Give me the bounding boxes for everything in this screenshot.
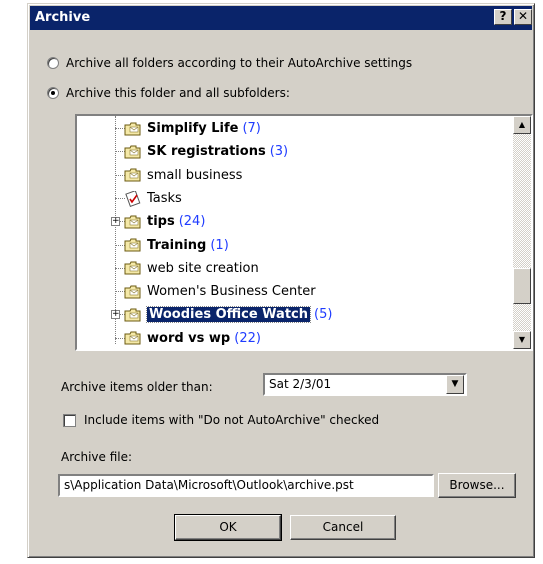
tree-item[interactable]: Tasks (124, 188, 182, 209)
tree-item-label: SK registrations (147, 144, 266, 160)
unread-count: (1) (210, 237, 229, 253)
folder-icon (124, 308, 142, 322)
tree-item[interactable]: Training (1) (124, 235, 229, 256)
browse-button[interactable]: Browse... (438, 473, 516, 498)
include-label: Include items with "Do not AutoArchive" … (84, 413, 380, 427)
older-than-label: Archive items older than: (61, 380, 213, 394)
tree-scrollbar[interactable]: ▲ ▼ (513, 116, 531, 349)
folder-icon (124, 331, 142, 345)
ok-button[interactable]: OK (174, 514, 282, 541)
tree-item-label: Women's Business Center (147, 284, 316, 300)
folder-icon (124, 145, 142, 159)
archive-all-option[interactable]: Archive all folders according to their A… (47, 54, 412, 72)
archive-this-label: Archive this folder and all subfolders: (66, 86, 290, 100)
tree-item[interactable]: tips (24) (124, 211, 205, 232)
tree-item-label: Training (147, 237, 207, 253)
unread-count: (5) (314, 307, 333, 323)
tree-item[interactable]: web site creation (124, 258, 259, 279)
tree-item-label: Woodies Office Watch (145, 306, 312, 324)
tree-item-label: word vs wp (147, 330, 231, 346)
older-than-dropdown[interactable]: ▼ (446, 375, 464, 394)
archive-all-radio[interactable] (47, 57, 59, 69)
archive-dialog: Archive ? ✕ Archive all folders accordin… (27, 3, 535, 558)
tree-item[interactable]: Simplify Life (7) (124, 118, 261, 139)
expand-toggle-icon[interactable]: + (111, 310, 120, 320)
archive-this-option[interactable]: Archive this folder and all subfolders: (47, 84, 290, 102)
folder-icon (124, 285, 142, 299)
tree-item-label: tips (147, 214, 175, 230)
folder-icon (124, 215, 142, 229)
archive-this-radio[interactable] (47, 87, 59, 99)
scroll-up-button[interactable]: ▲ (513, 116, 531, 134)
tree-item[interactable]: small business (124, 165, 242, 186)
unread-count: (7) (242, 121, 261, 136)
older-than-field[interactable]: Sat 2/3/01 (263, 373, 467, 396)
tree-item[interactable]: SK registrations (3) (124, 141, 288, 162)
unread-count: (3) (269, 144, 289, 160)
include-checkbox[interactable] (63, 414, 76, 427)
archive-file-field[interactable]: s\Application Data\Microsoft\Outlook\arc… (58, 474, 434, 497)
folder-tree[interactable]: Simplify Life (7) SK registrations (3) small… (75, 114, 533, 351)
tree-item-label: Tasks (147, 190, 182, 206)
tree-item-label: small business (147, 167, 243, 183)
scroll-thumb[interactable] (513, 268, 531, 304)
archive-file-label: Archive file: (61, 450, 133, 464)
folder-icon (124, 122, 142, 136)
title-bar[interactable]: Archive ? ✕ (30, 6, 532, 30)
tree-item[interactable]: Woodies Office Watch (5) (124, 304, 332, 325)
tree-item[interactable]: Women's Business Center (124, 281, 316, 302)
tasks-icon (124, 190, 142, 208)
folder-icon (124, 261, 142, 275)
tree-item[interactable]: word vs wp (22) (124, 328, 261, 349)
tree-item-label: web site creation (147, 260, 259, 276)
folder-icon (124, 168, 142, 182)
unread-count: (22) (234, 330, 261, 346)
folder-tree-list: Simplify Life (7) SK registrations (3) small… (77, 116, 509, 349)
scroll-down-button[interactable]: ▼ (513, 331, 531, 349)
help-button[interactable]: ? (494, 9, 512, 25)
archive-all-label: Archive all folders according to their A… (66, 56, 413, 70)
cancel-button[interactable]: Cancel (290, 515, 396, 540)
close-button[interactable]: ✕ (514, 9, 532, 25)
expand-toggle-icon[interactable]: + (111, 217, 120, 227)
tree-item-label: Simplify Life (147, 121, 239, 136)
folder-icon (124, 238, 142, 252)
unread-count: (24) (178, 214, 206, 230)
window-title: Archive (35, 10, 91, 25)
